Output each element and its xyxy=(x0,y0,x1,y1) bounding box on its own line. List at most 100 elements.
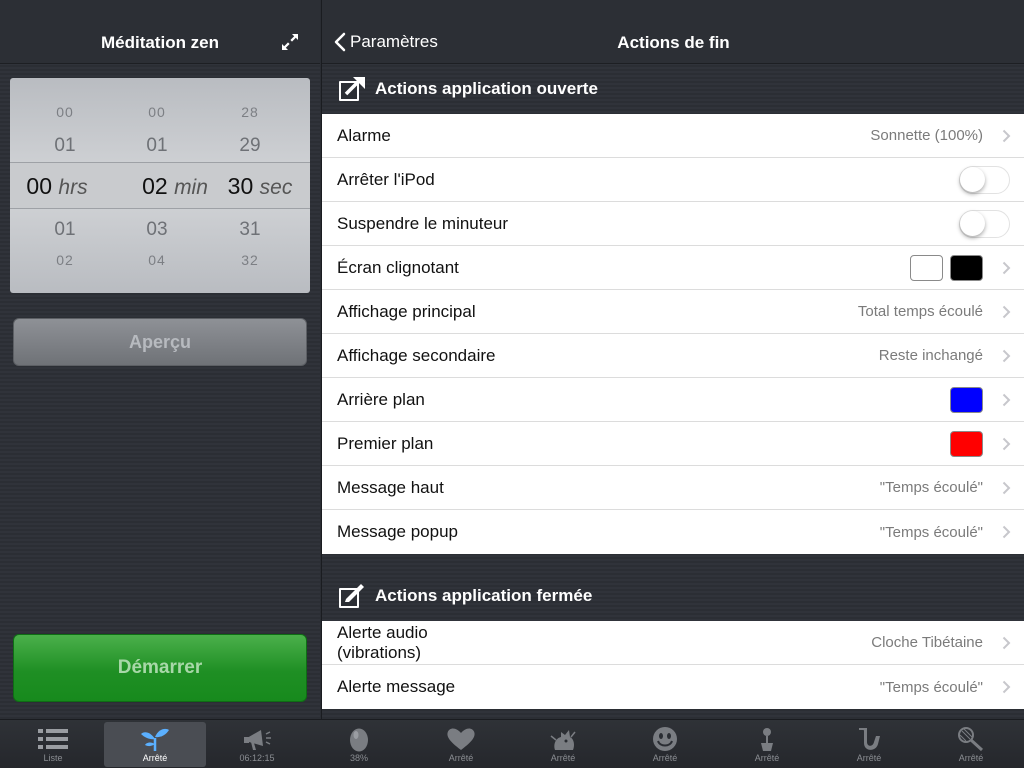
row-secondary-display[interactable]: Affichage secondaire Reste inchangé xyxy=(322,334,1024,378)
preview-button[interactable]: Aperçu xyxy=(13,318,307,366)
tab-label: Arrêté xyxy=(754,753,780,763)
tab-label: Arrêté xyxy=(448,753,474,763)
picker-seconds-above-2: 28 xyxy=(241,104,259,120)
tab-label: Arrêté xyxy=(856,753,882,763)
tab-egg[interactable]: 38% xyxy=(308,722,410,767)
sprout-icon xyxy=(141,728,169,751)
egg-icon xyxy=(350,728,368,752)
row-label: Alerte message xyxy=(337,677,456,696)
row-label: Arrière plan xyxy=(337,389,425,409)
chevron-right-icon xyxy=(1002,525,1011,539)
right-nav-bar: Paramètres Actions de fin xyxy=(322,0,1024,64)
flash-color-2-swatch xyxy=(950,255,983,281)
row-value: "Temps écoulé" xyxy=(879,678,983,696)
tab-sprout[interactable]: Arrêté xyxy=(104,722,206,767)
chevron-right-icon xyxy=(1002,636,1011,650)
chevron-right-icon xyxy=(1002,305,1011,319)
flowerpot-icon xyxy=(761,728,773,751)
tab-saxophone[interactable]: Arrêté xyxy=(818,722,920,767)
chevron-right-icon xyxy=(1002,437,1011,451)
edit-checkbox-icon xyxy=(339,584,364,608)
row-value: "Temps écoulé" xyxy=(879,523,983,541)
page-title: Actions de fin xyxy=(617,33,730,52)
heart-icon xyxy=(447,728,475,750)
section-header-app-open: Actions application ouverte xyxy=(322,64,1024,114)
row-background[interactable]: Arrière plan xyxy=(322,378,1024,422)
foreground-color-swatch xyxy=(950,431,983,457)
row-main-display[interactable]: Affichage principal Total temps écoulé xyxy=(322,290,1024,334)
megaphone-icon xyxy=(244,730,271,750)
edit-arrow-icon xyxy=(339,77,365,101)
suspend-timer-toggle[interactable] xyxy=(959,210,1010,238)
chevron-right-icon xyxy=(1002,393,1011,407)
tab-flowerpot[interactable]: Arrêté xyxy=(716,722,818,767)
duration-picker[interactable]: 00 01 00 hrs 01 02 00 01 02 min 03 04 28… xyxy=(10,78,310,293)
row-label: Écran clignotant xyxy=(337,257,459,277)
tab-bar: Liste Arrêté 06:12:15 38% Arrêté Arrêté … xyxy=(0,719,1024,768)
chevron-right-icon xyxy=(1002,129,1011,143)
tab-label: Arrêté xyxy=(550,753,576,763)
row-value: Reste inchangé xyxy=(878,347,983,364)
tab-label: Arrêté xyxy=(958,753,984,763)
tab-list[interactable]: Liste xyxy=(2,722,104,767)
row-message-popup[interactable]: Message popup "Temps écoulé" xyxy=(322,510,1024,554)
tab-label: 06:12:15 xyxy=(239,753,275,763)
toggle-knob xyxy=(960,167,985,192)
picker-seconds-below-2: 32 xyxy=(241,252,259,268)
row-label: Suspendre le minuteur xyxy=(337,213,509,233)
row-flash-screen[interactable]: Écran clignotant xyxy=(322,246,1024,290)
row-value: Total temps écoulé xyxy=(857,303,983,320)
section-title-app-open: Actions application ouverte xyxy=(375,79,598,98)
row-value: "Temps écoulé" xyxy=(879,479,983,496)
left-nav-bar: Méditation zen xyxy=(0,0,320,64)
toggle-knob xyxy=(960,211,985,236)
row-label: Arrêter l'iPod xyxy=(337,169,435,189)
expand-icon[interactable] xyxy=(280,32,300,52)
row-label: Affichage secondaire xyxy=(337,345,496,365)
saxophone-icon xyxy=(859,728,880,750)
chevron-right-icon xyxy=(1002,349,1011,363)
creature-icon xyxy=(550,730,576,750)
tab-label: Liste xyxy=(43,753,63,763)
row-foreground[interactable]: Premier plan xyxy=(322,422,1024,466)
row-label: Alerte audio (vibrations) xyxy=(337,622,428,662)
tab-label: 38% xyxy=(349,753,368,763)
picker-seconds-selected: 30 sec xyxy=(227,173,293,199)
row-label: Message popup xyxy=(337,522,458,541)
section-title-app-closed: Actions application fermée xyxy=(375,586,593,605)
list-icon xyxy=(38,729,68,749)
row-alarm[interactable]: Alarme Sonnette (100%) xyxy=(322,114,1024,158)
row-label: Message haut xyxy=(337,477,444,497)
row-value: Sonnette (100%) xyxy=(870,127,983,144)
timer-panel: Méditation zen 00 01 00 hrs 01 02 00 01 … xyxy=(0,0,320,719)
tab-heart[interactable]: Arrêté xyxy=(410,722,512,767)
end-actions-panel: Paramètres Actions de fin Actions applic… xyxy=(321,0,1024,719)
start-button[interactable]: Démarrer xyxy=(13,634,307,702)
row-label: Affichage principal xyxy=(337,301,476,321)
picker-seconds-above-1: 29 xyxy=(239,135,261,156)
tab-megaphone[interactable]: 06:12:15 xyxy=(206,722,308,767)
row-value: Cloche Tibétaine xyxy=(871,634,983,651)
row-label: Premier plan xyxy=(337,433,434,453)
flash-color-1-swatch xyxy=(910,255,943,281)
background-color-swatch xyxy=(950,387,983,413)
picker-hours-selected: 00 hrs xyxy=(26,173,88,199)
row-message-alert[interactable]: Alerte message "Temps écoulé" xyxy=(322,665,1024,709)
row-audio-alert[interactable]: Alerte audio (vibrations) Cloche Tibétain… xyxy=(322,621,1024,665)
picker-seconds-column[interactable]: 28 29 30 sec 31 32 xyxy=(190,78,310,293)
row-stop-ipod: Arrêter l'iPod xyxy=(322,158,1024,202)
section-header-app-closed: Actions application fermée xyxy=(322,571,1024,621)
tab-label: Arrêté xyxy=(652,753,678,763)
row-message-top[interactable]: Message haut "Temps écoulé" xyxy=(322,466,1024,510)
stop-ipod-toggle[interactable] xyxy=(959,166,1010,194)
picker-seconds-below-1: 31 xyxy=(239,219,261,240)
tab-smiley[interactable]: Arrêté xyxy=(614,722,716,767)
chevron-right-icon xyxy=(1002,680,1011,694)
tab-badminton[interactable]: Arrêté xyxy=(920,722,1022,767)
tab-creature[interactable]: Arrêté xyxy=(512,722,614,767)
timer-title: Méditation zen xyxy=(100,33,220,52)
smiley-icon xyxy=(653,727,677,751)
group-app-open: Alarme Sonnette (100%) Arrêter l'iPod Su… xyxy=(322,114,1024,554)
row-label: Alarme xyxy=(337,125,391,145)
badminton-icon xyxy=(958,727,984,752)
